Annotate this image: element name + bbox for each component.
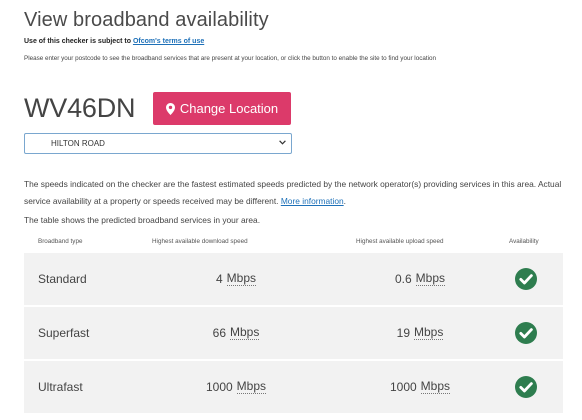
row-availability <box>514 361 538 413</box>
speed-disclaimer: The speeds indicated on the checker are … <box>24 176 564 210</box>
postcode-display: WV46DN <box>24 93 136 123</box>
check-circle-icon <box>515 268 537 290</box>
table-row: Ultrafast 1000 Mbps 1000 Mbps <box>24 361 563 413</box>
download-value: 66 <box>212 326 226 340</box>
table-row: Superfast 66 Mbps 19 Mbps <box>24 307 563 359</box>
table-row: Standard 4 Mbps 0.6 Mbps <box>24 253 563 305</box>
terms-notice: Use of this checker is subject to Ofcom'… <box>24 38 204 45</box>
address-select-value: HILTON ROAD <box>51 139 105 148</box>
download-value: 1000 <box>205 380 233 394</box>
upload-unit: Mbps <box>420 379 451 394</box>
upload-value: 0.6 <box>394 272 412 286</box>
check-circle-icon <box>515 322 537 344</box>
disclaimer-period: . <box>343 196 346 206</box>
table-intro: The table shows the predicted broadband … <box>24 215 261 225</box>
chevron-down-icon <box>279 140 286 145</box>
upload-unit: Mbps <box>414 325 444 340</box>
header-download-speed: Highest available download speed <box>152 238 248 245</box>
row-availability <box>514 253 538 305</box>
row-download-speed: 1000 Mbps <box>184 361 288 413</box>
more-information-link[interactable]: More information <box>281 196 344 206</box>
row-upload-speed: 19 Mbps <box>370 307 470 359</box>
change-location-button[interactable]: Change Location <box>153 92 291 125</box>
page-title: View broadband availability <box>24 9 269 31</box>
row-broadband-type: Ultrafast <box>38 380 83 394</box>
header-availability: Availability <box>509 238 539 245</box>
address-select[interactable]: HILTON ROAD <box>24 133 292 154</box>
header-broadband-type: Broadband type <box>38 238 83 245</box>
row-upload-speed: 0.6 Mbps <box>370 253 470 305</box>
download-unit: Mbps <box>226 271 257 286</box>
row-availability <box>514 307 538 359</box>
download-unit: Mbps <box>230 325 260 340</box>
terms-prefix: Use of this checker is subject to <box>24 38 131 45</box>
change-location-label: Change Location <box>179 101 279 116</box>
download-value: 4 <box>215 272 223 286</box>
row-broadband-type: Standard <box>38 272 87 286</box>
row-download-speed: 4 Mbps <box>184 253 288 305</box>
upload-value: 1000 <box>389 380 417 394</box>
row-download-speed: 66 Mbps <box>184 307 288 359</box>
header-upload-speed: Highest available upload speed <box>356 238 444 245</box>
map-marker-icon <box>165 102 175 115</box>
row-upload-speed: 1000 Mbps <box>370 361 470 413</box>
terms-of-use-link[interactable]: Ofcom's terms of use <box>133 38 204 45</box>
upload-value: 19 <box>396 326 410 340</box>
row-broadband-type: Superfast <box>38 326 90 340</box>
check-circle-icon <box>515 376 537 398</box>
intro-text: Please enter your postcode to see the br… <box>24 55 436 62</box>
upload-unit: Mbps <box>415 271 446 286</box>
download-unit: Mbps <box>236 379 267 394</box>
